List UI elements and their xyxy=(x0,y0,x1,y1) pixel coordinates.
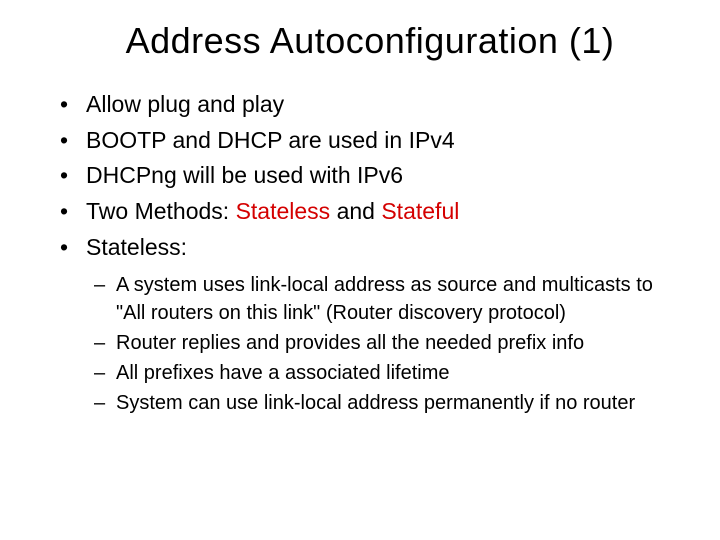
sub-bullet-item: Router replies and provides all the need… xyxy=(94,329,680,357)
bullet-item: DHCPng will be used with IPv6 xyxy=(60,158,680,194)
bullet-text: Two Methods: xyxy=(86,198,236,224)
bullet-number: 4 xyxy=(442,127,455,153)
bullet-number: 6 xyxy=(390,162,403,188)
bullet-item: Stateless: A system uses link-local addr… xyxy=(60,230,680,418)
bullet-text: DHCPng will be used with IPv xyxy=(86,162,390,188)
highlight-stateful: Stateful xyxy=(381,198,459,224)
bullet-item: BOOTP and DHCP are used in IPv4 xyxy=(60,123,680,159)
bullet-item: Two Methods: Stateless and Stateful xyxy=(60,194,680,230)
sub-bullet-item: All prefixes have a associated lifetime xyxy=(94,359,680,387)
bullet-text: and xyxy=(330,198,381,224)
highlight-stateless: Stateless xyxy=(236,198,331,224)
bullet-item: Allow plug and play xyxy=(60,87,680,123)
bullet-text: Stateless: xyxy=(86,234,187,260)
slide-title: Address Autoconfiguration (1) xyxy=(60,20,680,62)
sub-bullet-item: System can use link-local address perman… xyxy=(94,389,680,417)
sub-bullet-item: A system uses link-local address as sour… xyxy=(94,271,680,327)
sub-bullet-list: A system uses link-local address as sour… xyxy=(94,271,680,417)
main-bullet-list: Allow plug and play BOOTP and DHCP are u… xyxy=(60,87,680,417)
bullet-text: BOOTP and DHCP are used in IPv xyxy=(86,127,442,153)
